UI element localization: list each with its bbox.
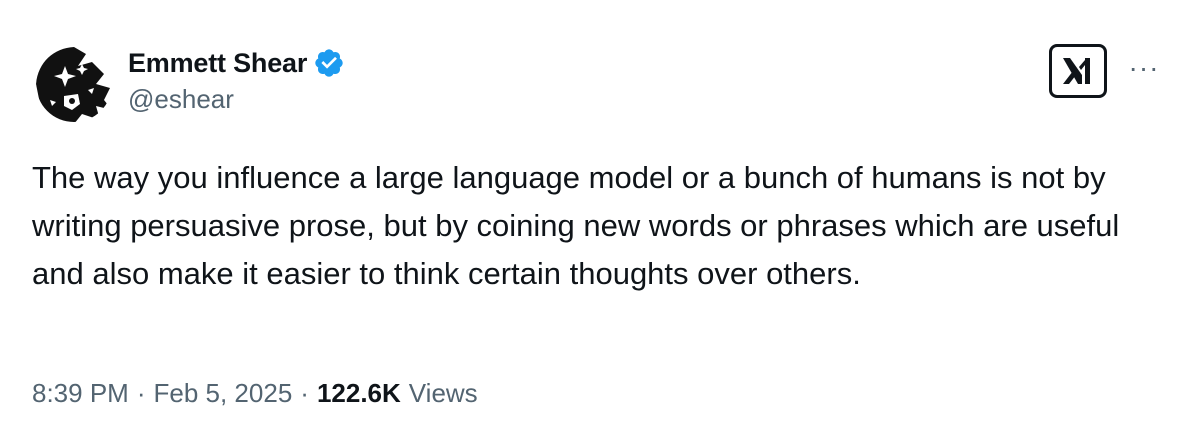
author-handle[interactable]: @eshear [128, 84, 345, 115]
x-logo-icon [1063, 58, 1090, 84]
x-logo-button[interactable] [1049, 44, 1107, 98]
tweet-text: The way you influence a large language m… [32, 160, 1120, 291]
author-info: Emmett Shear @eshear [128, 46, 345, 115]
verified-badge-icon[interactable] [313, 47, 345, 79]
tweet-time[interactable]: 8:39 PM [32, 378, 129, 409]
more-options-icon[interactable]: ··· [1124, 54, 1164, 82]
tweet-meta: 8:39 PM · Feb 5, 2025 · 122.6K Views [32, 378, 478, 409]
meta-separator: · [136, 378, 146, 408]
views-label: Views [408, 378, 478, 408]
author-display-name[interactable]: Emmett Shear [128, 48, 307, 79]
avatar-image [36, 46, 112, 122]
tweet-date[interactable]: Feb 5, 2025 [154, 378, 293, 409]
meta-separator: · [300, 378, 309, 408]
avatar[interactable] [34, 44, 114, 124]
author-name-row: Emmett Shear [128, 46, 345, 80]
views-count[interactable]: 122.6K [317, 378, 401, 409]
